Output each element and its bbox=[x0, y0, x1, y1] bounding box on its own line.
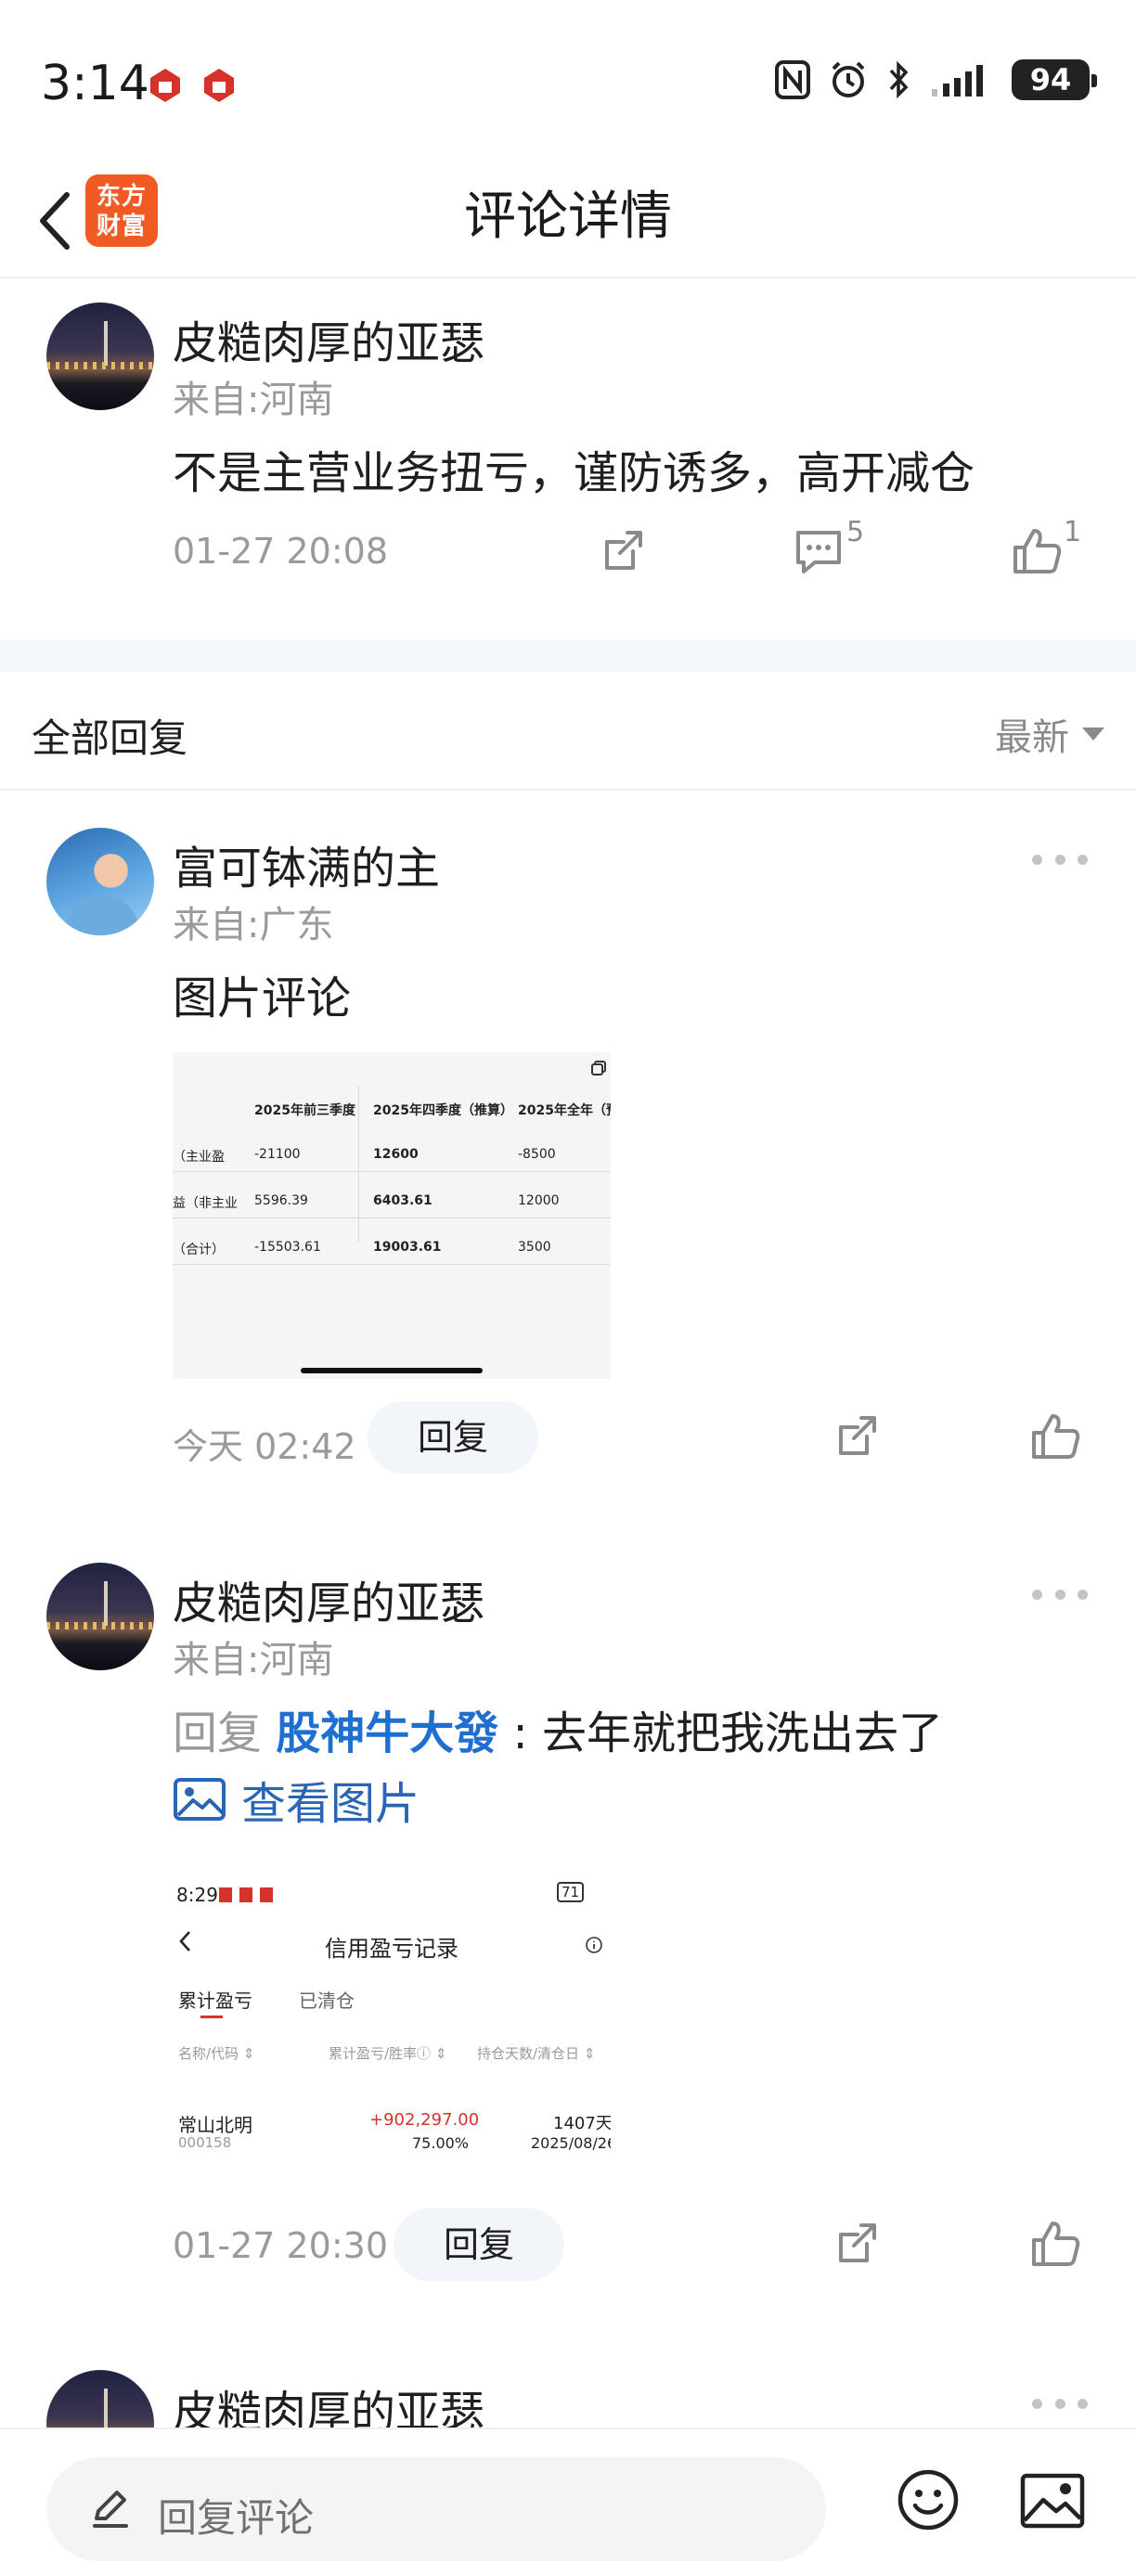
more-options-icon[interactable] bbox=[1032, 2394, 1088, 2413]
header: 东方 财富 评论详情 bbox=[0, 167, 1136, 278]
comment-image[interactable]: 2025年前三季度 2025年四季度（推算） 2025年全年（预 （主业盈 -2… bbox=[173, 1052, 611, 1379]
image-stock-code: 000158 bbox=[178, 2134, 232, 2151]
username[interactable]: 皮糙肉厚的亚瑟 bbox=[173, 1566, 484, 1631]
nfc-icon bbox=[775, 60, 810, 99]
table-cell: 12600 bbox=[373, 1147, 419, 1162]
like-icon[interactable] bbox=[1026, 1409, 1082, 1464]
image-time: 8:29 bbox=[176, 1884, 218, 1906]
home-indicator bbox=[301, 1368, 483, 1373]
comment-text: 不是主营业务扭亏，谨防诱多，高开减仓 bbox=[173, 447, 975, 499]
page-title: 评论详情 bbox=[464, 187, 672, 247]
reply-body: : 去年就把我洗出去了 bbox=[498, 1707, 943, 1759]
comment-icon[interactable] bbox=[791, 523, 846, 579]
status-icons: 94 bbox=[774, 59, 1097, 100]
back-icon bbox=[179, 1931, 190, 1951]
status-time: 3:14 bbox=[41, 56, 149, 111]
status-bar: 3:14 94 bbox=[0, 0, 1136, 167]
user-location: 来自:河南 bbox=[173, 379, 334, 421]
signal-icon bbox=[932, 65, 983, 97]
user-location: 来自:广东 bbox=[173, 904, 334, 947]
table-cell: -15503.61 bbox=[254, 1240, 321, 1255]
reply-target-user[interactable]: 股神牛大發 bbox=[276, 1707, 498, 1759]
image-tab-active: 累计盈亏 bbox=[178, 1990, 252, 2012]
sort-dropdown[interactable]: 最新 bbox=[995, 707, 1104, 761]
image-profit: +902,297.00 bbox=[369, 2110, 480, 2130]
view-image-link[interactable]: 查看图片 bbox=[173, 1767, 420, 1832]
table-header: 2025年四季度（推算） bbox=[373, 1103, 513, 1118]
table-cell: 3500 bbox=[518, 1240, 551, 1255]
image-picker-icon[interactable] bbox=[1019, 2472, 1086, 2530]
avatar[interactable] bbox=[46, 303, 154, 410]
view-image-label: 查看图片 bbox=[241, 1778, 420, 1830]
image-days: 1407天 bbox=[553, 2114, 611, 2133]
like-icon[interactable] bbox=[1008, 523, 1064, 579]
table-cell: 12000 bbox=[518, 1193, 560, 1208]
image-status-icons bbox=[219, 1887, 275, 1902]
reply-text: 回复 股神牛大發 : 去年就把我洗出去了 bbox=[173, 1696, 943, 1761]
alarm-icon bbox=[832, 61, 865, 97]
comment-text: 图片评论 bbox=[173, 972, 352, 1024]
avatar[interactable] bbox=[46, 1563, 154, 1670]
table-cell: 19003.61 bbox=[373, 1240, 442, 1255]
image-date: 2025/08/26 bbox=[531, 2134, 611, 2152]
pencil-icon bbox=[93, 2491, 128, 2528]
image-battery: 71 bbox=[557, 1882, 585, 1902]
like-count: 1 bbox=[1064, 516, 1082, 548]
avatar[interactable] bbox=[46, 828, 154, 935]
table-cell: 益（非主业 bbox=[173, 1196, 238, 1211]
comment-image[interactable]: 8:29 71 信用盈亏记录 累计盈亏 已清仓 名称/代码 ⇕ 累计盈亏/胜率ⓘ… bbox=[173, 1874, 611, 2173]
share-icon[interactable] bbox=[830, 1409, 885, 1464]
more-options-icon[interactable] bbox=[1032, 850, 1088, 869]
section-divider bbox=[0, 640, 1136, 672]
reply-button[interactable]: 回复 bbox=[394, 2209, 564, 2281]
image-stock-name: 常山北明 bbox=[178, 2114, 252, 2136]
share-icon[interactable] bbox=[596, 523, 652, 579]
table-cell: （主业盈 bbox=[173, 1150, 225, 1165]
notification-app-icon bbox=[204, 69, 234, 102]
image-col-header: 名称/代码 ⇕ bbox=[178, 2045, 255, 2062]
comment-time: 今天 02:42 bbox=[173, 1426, 356, 1467]
notification-app-icon bbox=[150, 69, 180, 102]
caret-down-icon bbox=[1082, 728, 1104, 741]
comment-time: 01-27 20:30 bbox=[173, 2225, 389, 2266]
comment-time: 01-27 20:08 bbox=[173, 531, 389, 572]
battery-indicator: 94 bbox=[1012, 59, 1097, 100]
multi-image-icon bbox=[591, 1061, 606, 1075]
image-win-rate: 75.00% bbox=[412, 2134, 470, 2152]
username[interactable]: 富可钵满的主 bbox=[173, 831, 440, 896]
replies-header: 全部回复 最新 bbox=[0, 672, 1136, 791]
share-icon[interactable] bbox=[830, 2216, 885, 2272]
more-options-icon[interactable] bbox=[1032, 1585, 1088, 1604]
comment-count: 5 bbox=[846, 516, 865, 548]
table-cell: -21100 bbox=[254, 1147, 301, 1162]
all-replies-title: 全部回复 bbox=[32, 715, 188, 761]
reply-button[interactable]: 回复 bbox=[368, 1401, 538, 1474]
table-cell: -8500 bbox=[518, 1147, 556, 1162]
emoji-icon[interactable] bbox=[897, 2468, 960, 2531]
table-cell: 5596.39 bbox=[254, 1193, 308, 1208]
image-title: 信用盈亏记录 bbox=[325, 1936, 458, 1962]
bluetooth-icon bbox=[889, 60, 909, 99]
image-col-header: 持仓天数/清仓日 ⇕ bbox=[477, 2045, 596, 2062]
image-icon bbox=[174, 1778, 226, 1821]
image-col-header: 累计盈亏/胜率ⓘ ⇕ bbox=[329, 2045, 447, 2062]
table-header: 2025年全年（预 bbox=[518, 1103, 611, 1118]
bottom-bar: 回复评论 bbox=[0, 2428, 1136, 2576]
table-header: 2025年前三季度 bbox=[254, 1103, 355, 1118]
like-icon[interactable] bbox=[1026, 2216, 1082, 2272]
reply-input-placeholder: 回复评论 bbox=[158, 2495, 315, 2541]
user-location: 来自:河南 bbox=[173, 1639, 334, 1681]
table-cell: 6403.61 bbox=[373, 1193, 432, 1208]
username[interactable]: 皮糙肉厚的亚瑟 bbox=[173, 306, 484, 371]
reply-prefix: 回复 bbox=[173, 1707, 277, 1759]
table-cell: （合计） bbox=[173, 1243, 225, 1257]
reply-input[interactable]: 回复评论 bbox=[46, 2457, 826, 2561]
info-icon bbox=[586, 1937, 602, 1953]
sort-label: 最新 bbox=[995, 716, 1069, 759]
image-tab-inactive: 已清仓 bbox=[299, 1990, 355, 2012]
